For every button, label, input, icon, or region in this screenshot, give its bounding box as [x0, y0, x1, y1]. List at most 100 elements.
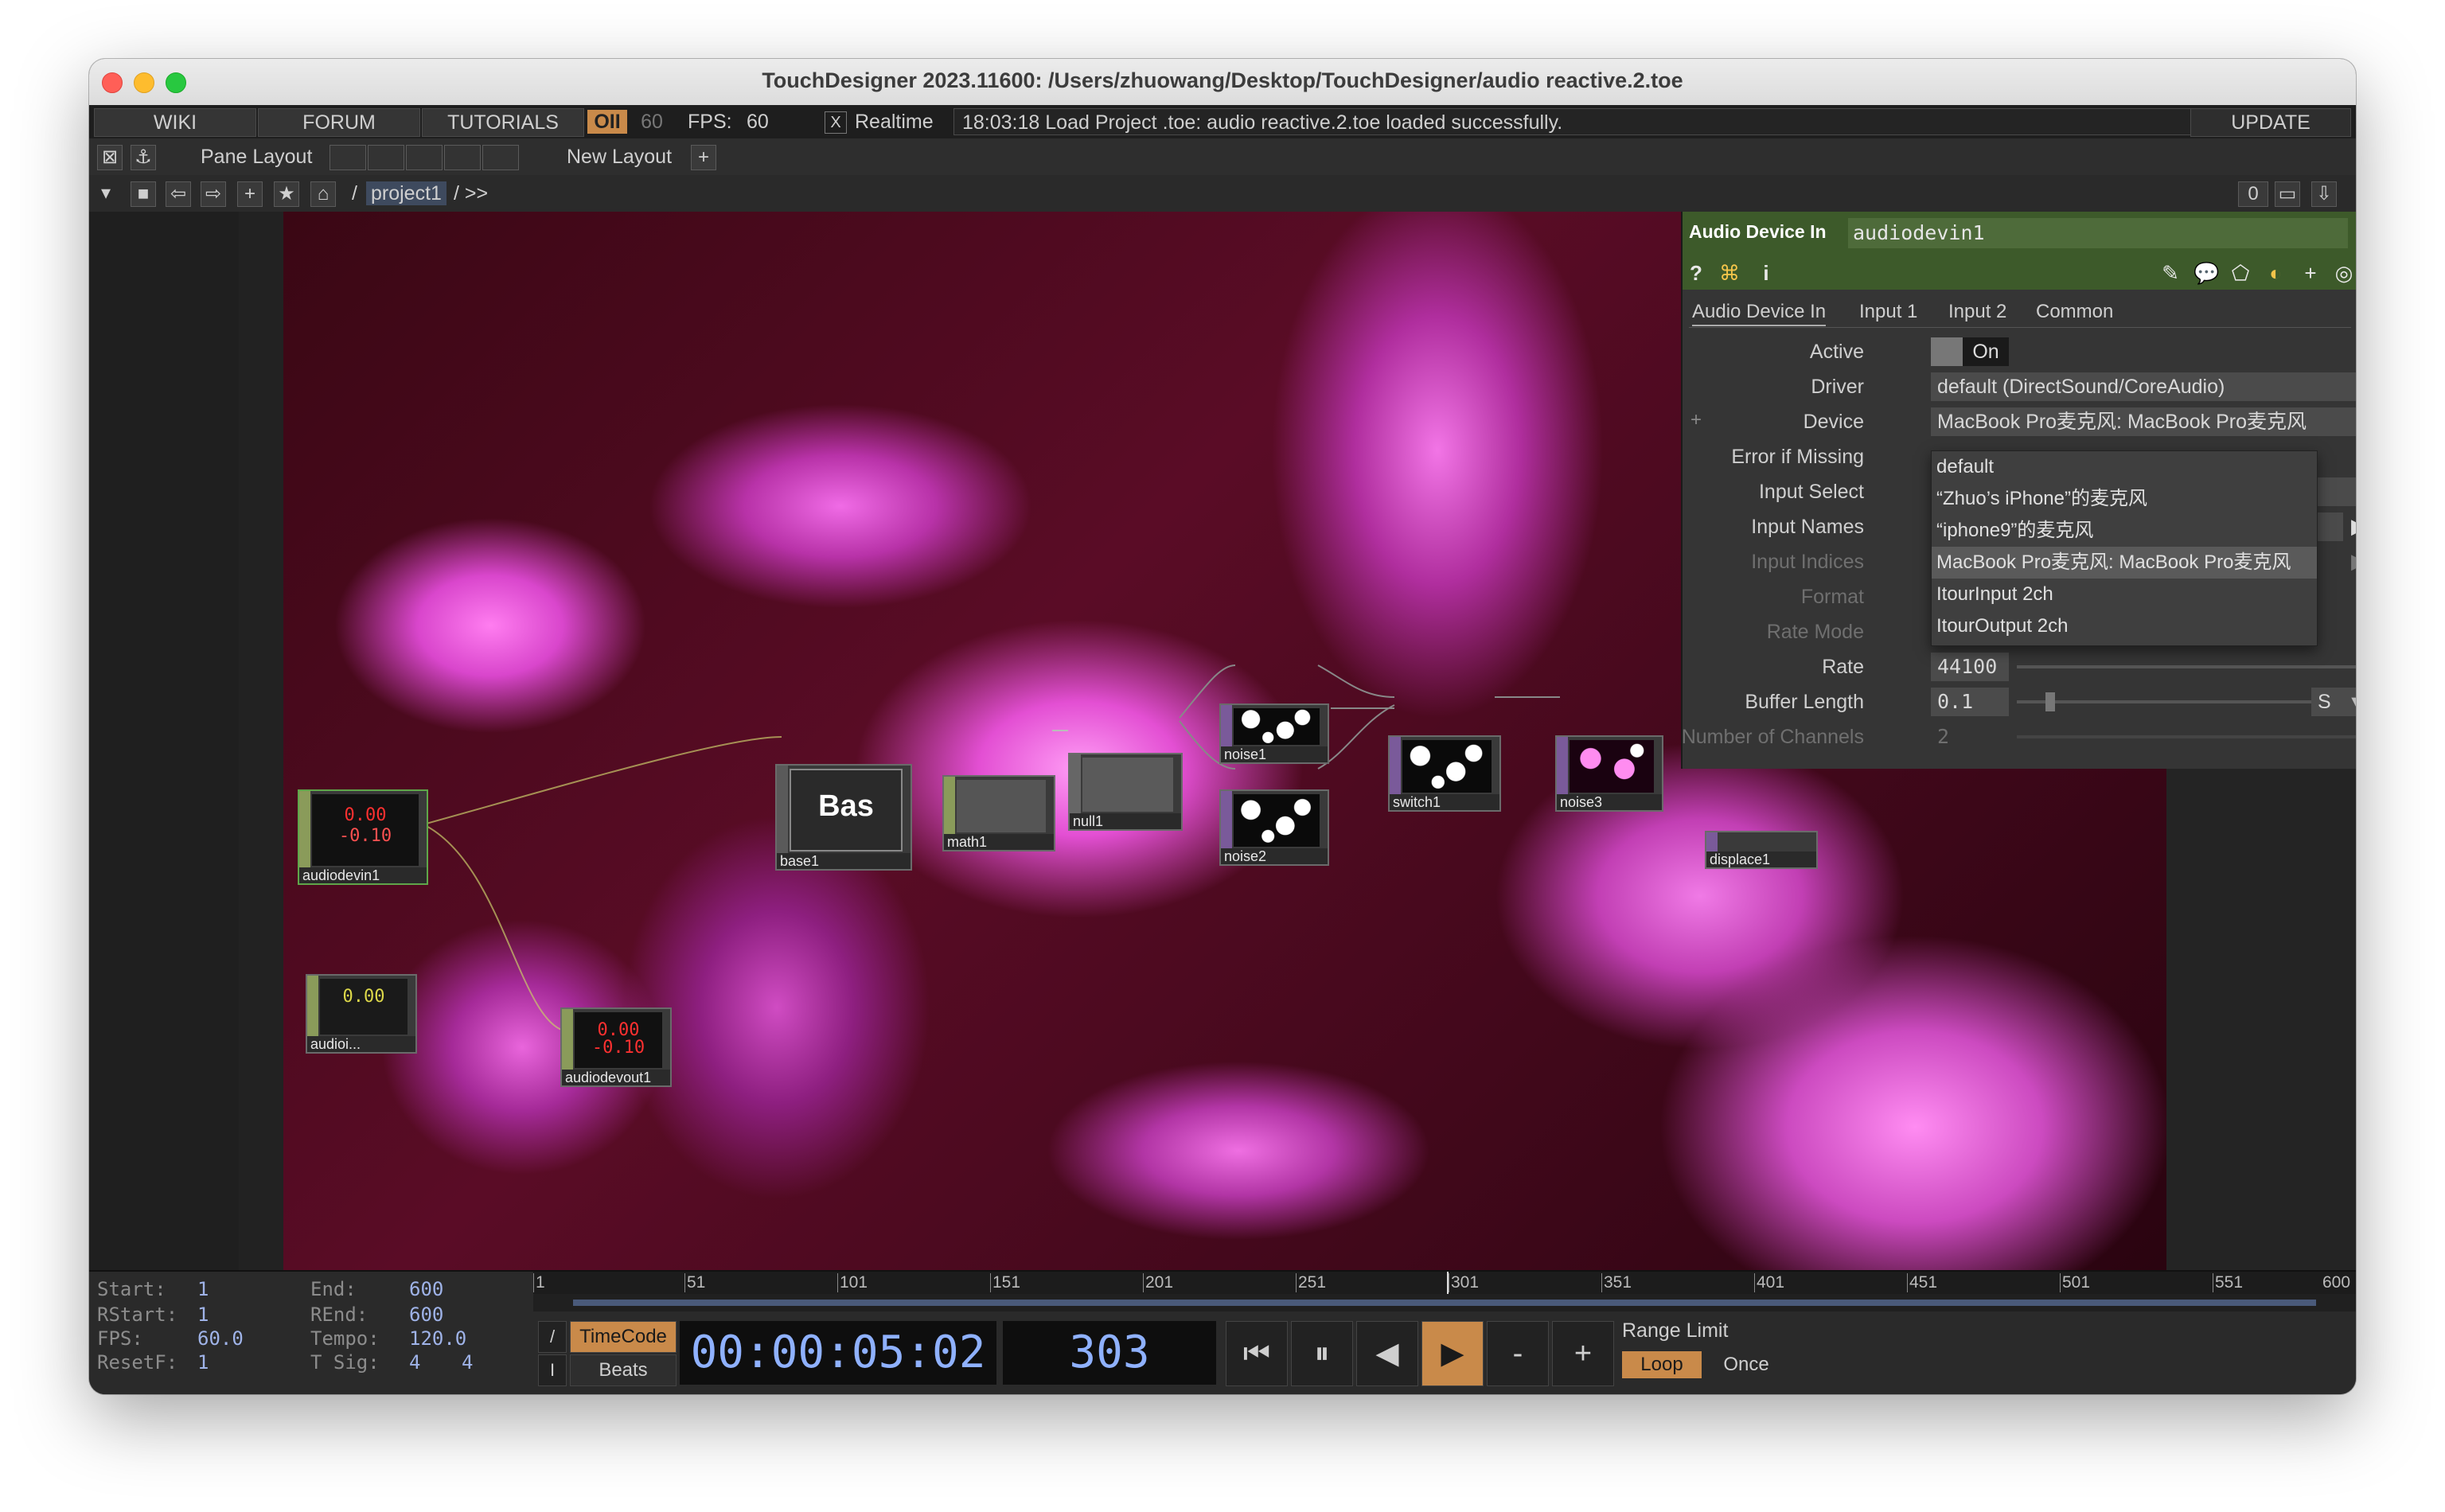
math1-node[interactable]: math1	[942, 775, 1055, 851]
active-toggle[interactable]: On	[1931, 337, 2009, 366]
device-option-selected[interactable]: MacBook Pro麦克风: MacBook Pro麦克风	[1932, 547, 2317, 579]
layout-split-vertical-button[interactable]	[368, 145, 404, 170]
rate-slider[interactable]	[2017, 665, 2356, 668]
network-view-icon[interactable]: ⊠	[97, 145, 123, 170]
timeline-info-resetf[interactable]: ResetF: 1	[97, 1351, 209, 1374]
device-option[interactable]: ItourOutput 2ch	[1932, 610, 2317, 642]
slider-handle[interactable]	[2045, 692, 2055, 711]
range-limit-label: Range Limit	[1622, 1319, 1729, 1342]
layout-split-horizontal-button[interactable]	[406, 145, 443, 170]
audiodevin1-node[interactable]: 0.00 -0.10 audiodevin1	[298, 789, 428, 885]
noise3-node[interactable]: noise3	[1555, 735, 1663, 812]
tab-input-2[interactable]: Input 2	[1948, 299, 2006, 325]
pause-icon[interactable]: ⏸	[1291, 1321, 1353, 1386]
layout-four-button[interactable]	[482, 145, 519, 170]
star-icon[interactable]: ★	[274, 181, 299, 207]
buffer-length-field[interactable]: 0.1	[1931, 688, 2009, 716]
noise2-node[interactable]: noise2	[1219, 789, 1329, 866]
tag-icon[interactable]: ⬠	[2229, 261, 2252, 285]
forum-button[interactable]: FORUM	[258, 108, 420, 137]
timeline-info-start[interactable]: Start: 1	[97, 1278, 209, 1300]
node-label: noise3	[1557, 794, 1662, 810]
add-parameter-icon[interactable]: +	[2299, 261, 2322, 285]
edit-icon[interactable]: ✎	[2158, 261, 2182, 285]
network-editor[interactable]: 0.00 -0.10 audiodevin1 0.00 audioi... 0.…	[89, 212, 2356, 1270]
noise1-node[interactable]: noise1	[1219, 703, 1329, 764]
help-icon[interactable]: ?	[1684, 261, 1708, 285]
step-plus-button[interactable]: +	[1552, 1321, 1614, 1386]
python-help-icon[interactable]: ⌘	[1718, 261, 1741, 285]
end-key: End:	[310, 1278, 357, 1300]
play-icon[interactable]: ▶	[1421, 1321, 1484, 1386]
timecode-button[interactable]: TimeCode	[570, 1321, 677, 1353]
buffer-unit-menu[interactable]: S ▼	[2311, 688, 2356, 716]
beats-mode-indicator[interactable]: I	[538, 1354, 567, 1386]
playhead[interactable]	[1447, 1272, 1449, 1294]
beats-button[interactable]: Beats	[570, 1354, 677, 1386]
device-option[interactable]: “Zhuo’s iPhone”的麦克风	[1932, 483, 2317, 515]
audioin-node[interactable]: 0.00 audioi...	[306, 974, 417, 1054]
step-back-icon[interactable]: ◀	[1356, 1321, 1418, 1386]
add-icon[interactable]: +	[237, 181, 263, 207]
timeline-info-rstart[interactable]: RStart: 1	[97, 1304, 209, 1326]
device-option[interactable]: default	[1932, 451, 2317, 483]
download-icon[interactable]: ⇩	[2311, 181, 2337, 207]
play-arrow-icon[interactable]: ▶	[2351, 514, 2356, 540]
timeline-info-tempo[interactable]: Tempo: 120.0	[310, 1327, 466, 1350]
pane-layout-label: Pane Layout	[201, 146, 313, 168]
timeline-ruler[interactable]: 1 51 101 151 201 251 301 351 401 451 501…	[533, 1272, 2356, 1294]
device-option[interactable]: “iphone9”的麦克风	[1932, 515, 2317, 547]
expand-icon[interactable]: +	[1690, 409, 1702, 431]
device-dropdown-list[interactable]: default “Zhuo’s iPhone”的麦克风 “iphone9”的麦克…	[1931, 450, 2318, 646]
home-icon[interactable]: ⌂	[310, 181, 336, 207]
tab-common[interactable]: Common	[2036, 299, 2113, 325]
step-minus-button[interactable]: -	[1487, 1321, 1549, 1386]
audiodevout1-node[interactable]: 0.00 -0.10 audiodevout1	[560, 1007, 672, 1087]
realtime-checkbox[interactable]: X	[825, 111, 847, 134]
timecode-mode-indicator[interactable]: /	[538, 1321, 567, 1353]
tab-audio-device-in[interactable]: Audio Device In	[1692, 299, 1827, 326]
device-option[interactable]: ItourInput 2ch	[1932, 579, 2317, 610]
timeline-info-rend[interactable]: REnd: 600	[310, 1304, 443, 1326]
once-button[interactable]: Once	[1706, 1351, 1786, 1378]
info-icon[interactable]: i	[1754, 261, 1778, 285]
target-icon[interactable]: ◎	[2332, 261, 2356, 285]
python-icon[interactable]: ◐	[2264, 261, 2287, 285]
null1-node[interactable]: null1	[1068, 753, 1183, 831]
base1-node[interactable]: Bas base1	[775, 764, 912, 871]
chevron-down-icon[interactable]: ▾	[94, 181, 118, 205]
anchor-icon[interactable]: ⚓	[131, 145, 156, 170]
path-more[interactable]: / >>	[454, 181, 488, 205]
stop-icon[interactable]: ■	[131, 181, 156, 207]
op-snippets-button[interactable]: OII	[587, 110, 627, 134]
tutorials-button[interactable]: TUTORIALS	[422, 108, 584, 137]
driver-menu[interactable]: default (DirectSound/CoreAudio) ▼	[1931, 372, 2356, 401]
buffer-length-slider[interactable]	[2017, 692, 2311, 711]
displace1-node[interactable]: displace1	[1705, 831, 1818, 869]
wiki-button[interactable]: WIKI	[94, 108, 256, 137]
device-menu[interactable]: MacBook Pro麦克风: MacBook Pro麦克风 ▼	[1931, 407, 2356, 436]
add-layout-button[interactable]: +	[691, 145, 716, 170]
timeline-info-tsig[interactable]: T Sig: 4 4	[310, 1351, 473, 1374]
timeline-info-fps[interactable]: FPS: 60.0	[97, 1327, 244, 1350]
path-project1[interactable]: project1	[366, 181, 446, 205]
comment-icon[interactable]: 💬	[2193, 261, 2219, 285]
update-button[interactable]: UPDATE	[2190, 108, 2351, 137]
timeline-info-end[interactable]: End: 600	[310, 1278, 443, 1300]
frame-display[interactable]: 303	[1003, 1321, 1216, 1385]
skip-to-start-icon[interactable]: ⏮	[1226, 1321, 1288, 1386]
layout-three-button[interactable]	[444, 145, 481, 170]
switch1-node[interactable]: switch1	[1388, 735, 1501, 812]
rate-field[interactable]: 44100	[1931, 653, 2009, 681]
back-arrow-icon[interactable]: ⇦	[166, 181, 191, 207]
tab-input-1[interactable]: Input 1	[1859, 299, 1917, 325]
loop-button[interactable]: Loop	[1622, 1351, 1702, 1378]
operator-name-field[interactable]: audiodevin1	[1848, 218, 2348, 248]
maximize-pane-icon[interactable]: ▭	[2275, 181, 2300, 207]
range-bar[interactable]	[533, 1294, 2356, 1311]
ruler-tick: 1	[533, 1273, 545, 1292]
timecode-display[interactable]: 00:00:05:02	[680, 1321, 996, 1385]
resetf-key: ResetF:	[97, 1351, 178, 1374]
layout-single-button[interactable]	[330, 145, 366, 170]
forward-arrow-icon[interactable]: ⇨	[201, 181, 226, 207]
